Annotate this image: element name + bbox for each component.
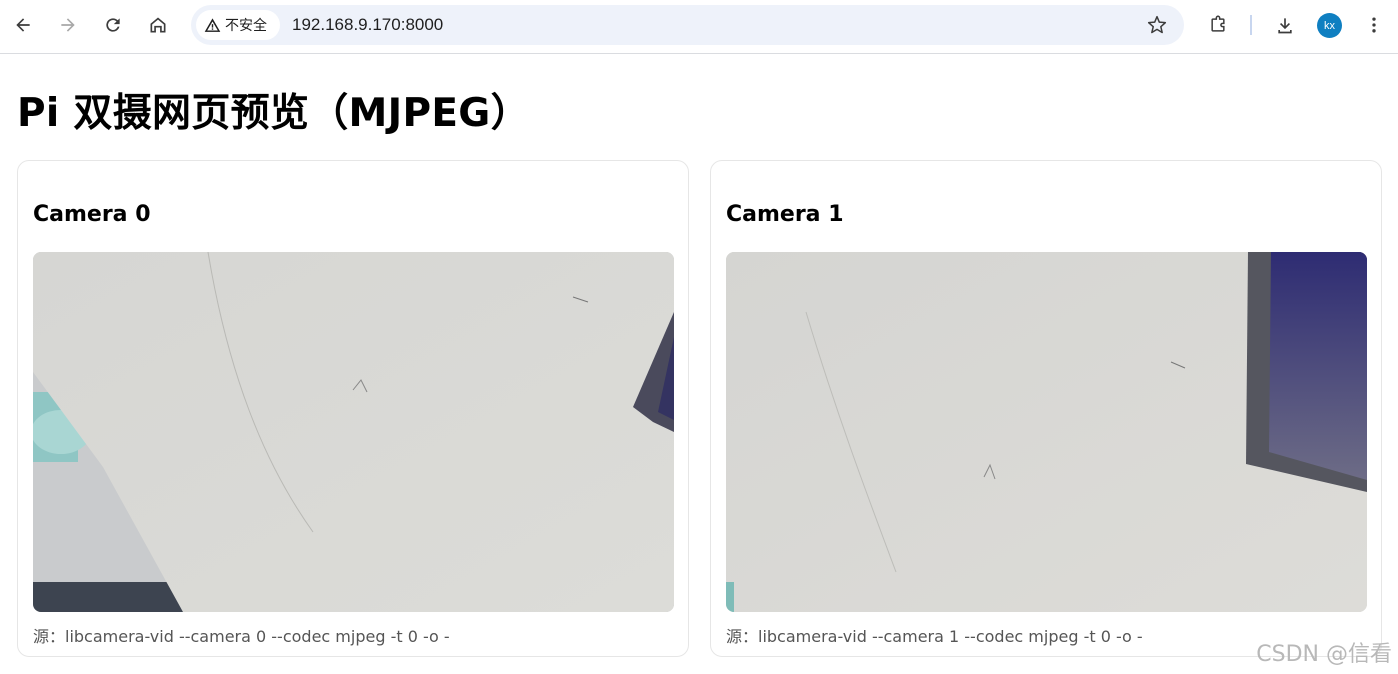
camera-card-0: Camera 0 源：libcamera-vid --camera 0 --co… <box>17 160 689 657</box>
camera-source-text: 源：libcamera-vid --camera 0 --codec mjpeg… <box>33 627 450 646</box>
watermark: CSDN @信看 <box>1256 642 1392 667</box>
download-button[interactable] <box>1268 8 1302 42</box>
browser-toolbar: 不安全 192.168.9.170:8000 kx <box>0 0 1398 54</box>
warning-icon <box>204 17 221 32</box>
bookmark-button[interactable] <box>1140 8 1174 42</box>
home-button[interactable] <box>141 8 175 42</box>
kebab-menu-icon <box>1372 17 1376 33</box>
security-label: 不安全 <box>225 18 267 34</box>
camera-1-image <box>726 252 1367 612</box>
extensions-icon <box>1211 15 1225 32</box>
camera-stream-1 <box>726 252 1367 612</box>
security-chip[interactable]: 不安全 <box>196 10 280 40</box>
page-title: Pi 双摄网页预览（MJPEG） <box>17 91 530 136</box>
profile-avatar[interactable]: kx <box>1317 13 1342 38</box>
back-button[interactable] <box>6 8 40 42</box>
back-icon <box>16 18 30 32</box>
browser-menu-button[interactable] <box>1357 8 1391 42</box>
extensions-button[interactable] <box>1201 8 1235 42</box>
camera-card-1: Camera 1 源：libcamera-vid --camera 1 --co… <box>710 160 1382 657</box>
camera-source-text: 源：libcamera-vid --camera 1 --codec mjpeg… <box>726 627 1143 646</box>
reload-icon <box>106 18 120 32</box>
url-text[interactable]: 192.168.9.170:8000 <box>292 15 443 35</box>
camera-title: Camera 1 <box>726 202 844 227</box>
forward-icon <box>61 18 75 32</box>
forward-button[interactable] <box>51 8 85 42</box>
address-bar[interactable]: 不安全 192.168.9.170:8000 <box>191 5 1184 45</box>
camera-stream-0 <box>33 252 674 612</box>
star-icon <box>1147 15 1167 34</box>
camera-title: Camera 0 <box>33 202 151 227</box>
camera-0-image <box>33 252 674 612</box>
home-icon <box>150 17 166 33</box>
download-icon <box>1278 18 1292 34</box>
toolbar-divider <box>1250 15 1252 35</box>
reload-button[interactable] <box>96 8 130 42</box>
